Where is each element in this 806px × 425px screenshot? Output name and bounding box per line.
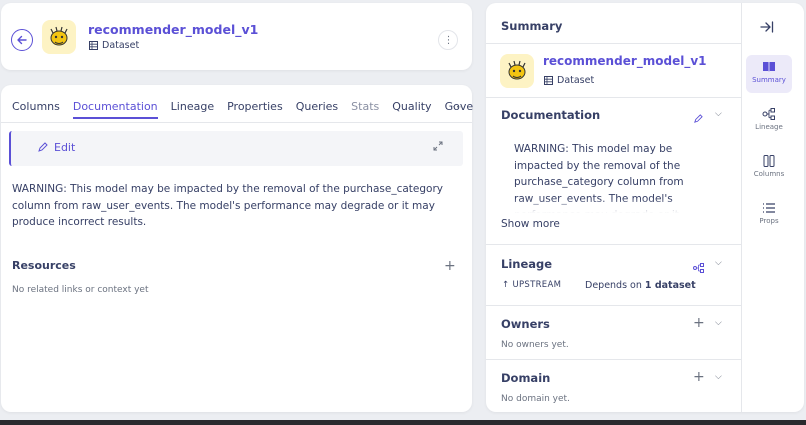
chevron-down-icon[interactable]: ⌵ — [715, 258, 722, 268]
table-icon — [544, 76, 553, 85]
book-icon — [763, 62, 775, 72]
chevron-down-icon[interactable]: ⌵ — [715, 372, 722, 382]
pencil-icon — [38, 142, 48, 152]
columns-icon — [763, 155, 775, 167]
owners-empty: No owners yet. — [501, 340, 569, 350]
depends-prefix: Depends on — [585, 280, 645, 291]
upstream-indicator: ↑ UPSTREAM — [502, 280, 561, 290]
summary-entity-type-label: Dataset — [557, 75, 595, 86]
domain-empty: No domain yet. — [501, 394, 570, 404]
arrow-up-icon: ↑ — [502, 280, 510, 290]
divider — [486, 244, 741, 245]
divider — [486, 305, 741, 306]
resources-title: Resources — [12, 259, 76, 272]
back-arrow-icon[interactable] — [11, 29, 33, 51]
entity-type: Dataset — [89, 40, 139, 51]
entity-tabs: Columns Documentation Lineage Properties… — [0, 100, 473, 124]
tab-properties[interactable]: Properties — [227, 100, 283, 113]
upstream-label: UPSTREAM — [512, 280, 562, 290]
divider — [486, 359, 741, 360]
tab-columns[interactable]: Columns — [12, 100, 60, 113]
nav-columns[interactable]: Columns — [746, 154, 792, 178]
summary-panel-title: Summary — [501, 19, 563, 33]
entity-header: recommender_model_v1 Dataset ⋮ — [1, 3, 472, 70]
entity-type-label: Dataset — [102, 40, 140, 51]
summary-main: Summary recommender_model_v1 Dataset Doc… — [486, 3, 741, 412]
divider — [486, 43, 741, 44]
chevron-down-icon[interactable]: ⌵ — [715, 318, 722, 328]
summary-panel: Summary recommender_model_v1 Dataset Doc… — [486, 3, 804, 412]
entity-title[interactable]: recommender_model_v1 — [88, 22, 258, 37]
nav-props-label: Props — [759, 217, 779, 225]
nav-summary-label: Summary — [752, 76, 786, 84]
add-domain-icon[interactable]: + — [693, 370, 705, 384]
lineage-section-title: Lineage — [501, 257, 553, 271]
add-owner-icon[interactable]: + — [693, 316, 705, 330]
tabs-divider — [1, 122, 472, 123]
hive-logo-icon — [42, 20, 76, 54]
nav-summary[interactable]: Summary — [746, 55, 792, 93]
edit-label: Edit — [54, 141, 76, 154]
nav-props[interactable]: Props — [746, 201, 792, 225]
summary-documentation-text: WARNING: This model may be impacted by t… — [514, 141, 704, 213]
more-options-icon[interactable]: ⋮ — [438, 30, 458, 50]
resources-empty: No related links or context yet — [12, 285, 149, 295]
divider — [486, 97, 741, 98]
tab-stats[interactable]: Stats — [351, 100, 379, 113]
documentation-text: WARNING: This model may be impacted by t… — [12, 183, 443, 228]
table-icon — [89, 41, 98, 50]
upstream-dependency-count[interactable]: Depends on 1 dataset — [585, 280, 696, 291]
lineage-icon — [762, 108, 775, 120]
list-icon — [763, 203, 775, 213]
summary-entity-title[interactable]: recommender_model_v1 — [543, 54, 707, 68]
documentation-toolbar: Edit — [9, 131, 463, 166]
chevron-down-icon[interactable]: ⌵ — [715, 109, 722, 119]
tab-quality[interactable]: Quality — [392, 100, 431, 113]
collapse-panel-icon[interactable] — [760, 19, 774, 38]
edit-documentation-icon[interactable] — [693, 109, 703, 128]
edit-button[interactable]: Edit — [37, 141, 75, 154]
hive-logo-icon — [500, 54, 534, 88]
tab-documentation[interactable]: Documentation — [72, 100, 158, 119]
show-more-link[interactable]: Show more — [501, 218, 560, 230]
tab-queries[interactable]: Queries — [296, 100, 338, 113]
tab-lineage[interactable]: Lineage — [171, 100, 214, 113]
side-nav: Summary Lineage Columns Props — [741, 3, 804, 412]
nav-lineage-label: Lineage — [755, 123, 783, 131]
domain-section-title: Domain — [501, 371, 551, 385]
documentation-section-title: Documentation — [501, 108, 601, 122]
summary-entity-type: Dataset — [544, 75, 594, 86]
add-resource-icon[interactable]: + — [444, 259, 456, 273]
nav-columns-label: Columns — [753, 170, 785, 178]
depends-count: 1 dataset — [644, 280, 696, 291]
tabs-overflow-button[interactable]: ⋯ — [452, 100, 463, 113]
lineage-icon[interactable] — [693, 258, 705, 277]
nav-lineage[interactable]: Lineage — [746, 107, 792, 131]
expand-icon[interactable] — [433, 141, 443, 154]
window-bottom-edge — [0, 420, 806, 425]
owners-section-title: Owners — [501, 317, 550, 331]
